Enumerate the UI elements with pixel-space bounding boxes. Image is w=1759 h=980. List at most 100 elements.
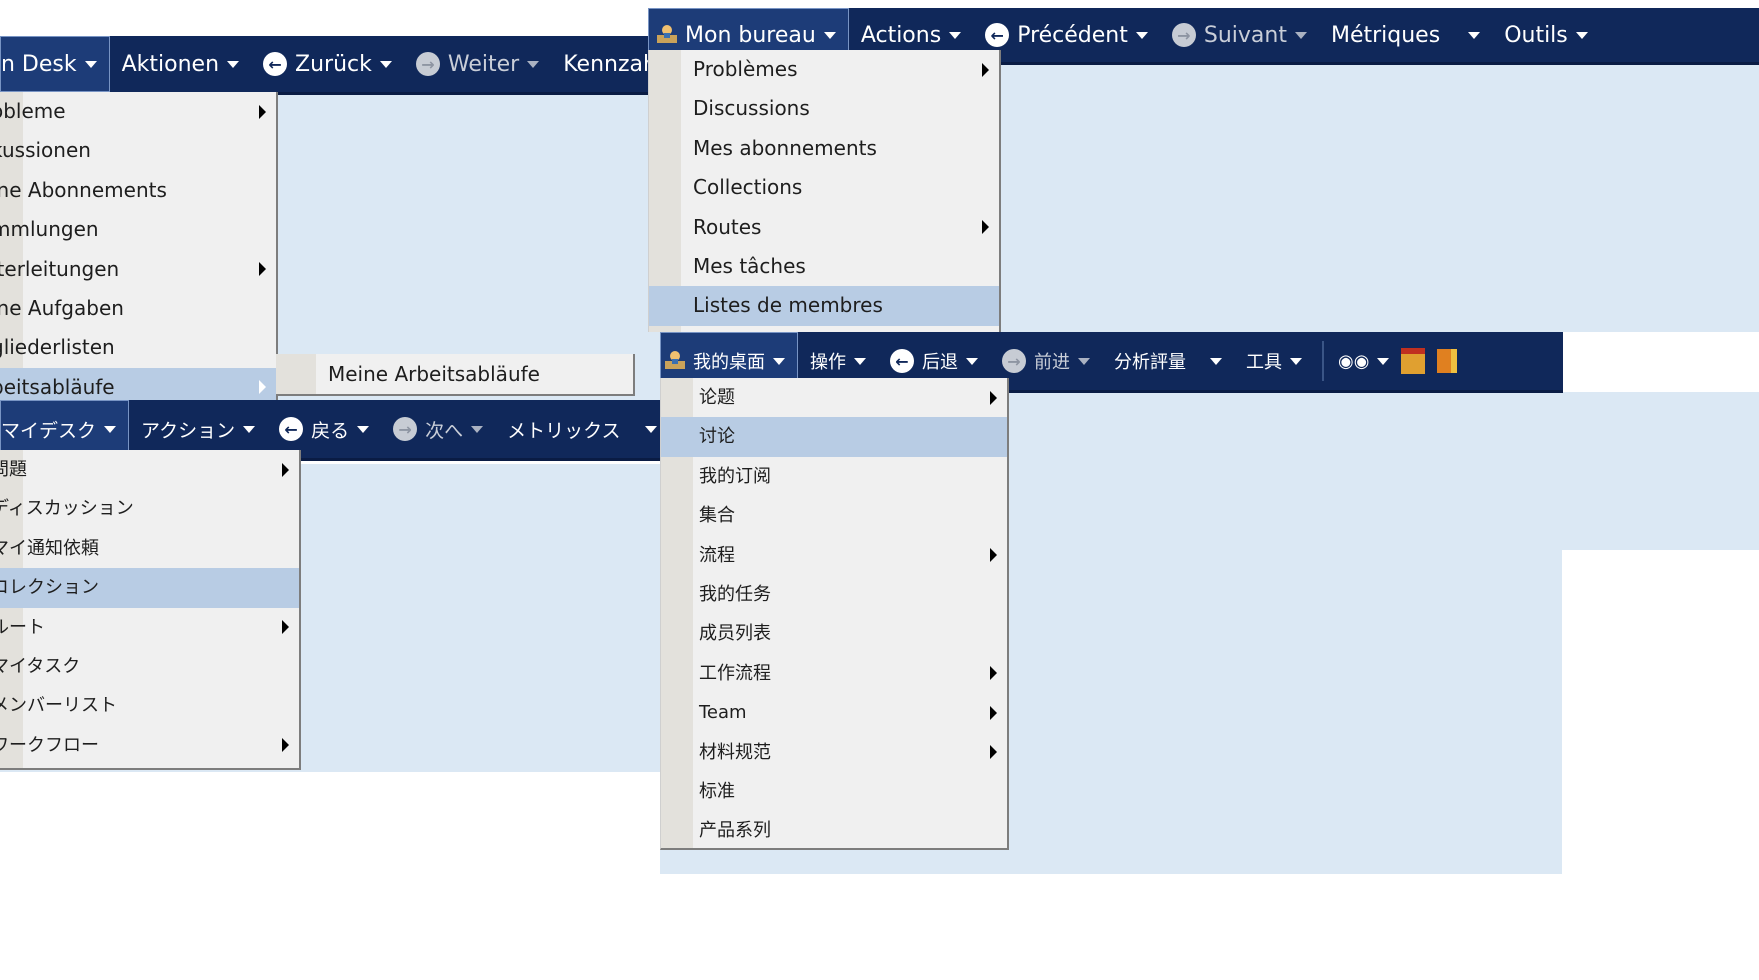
menu-item[interactable]: 成员列表 bbox=[661, 614, 1007, 653]
actions-label: アクション bbox=[141, 419, 236, 442]
my-desk-menu[interactable]: n Desk bbox=[0, 36, 110, 92]
menu-item[interactable]: 問題 bbox=[0, 450, 299, 489]
back-button[interactable]: ← Zurück bbox=[251, 36, 404, 92]
menu-item-label: 流程 bbox=[699, 544, 735, 566]
actions-menu[interactable]: Aktionen bbox=[110, 36, 251, 92]
forward-arrow-icon: → bbox=[1171, 23, 1196, 47]
submenu-arrow-icon bbox=[259, 380, 266, 395]
chevron-down-icon bbox=[823, 31, 836, 39]
menu-item[interactable]: Discussions bbox=[649, 89, 999, 128]
binoculars-icon: ◉◉ bbox=[1338, 350, 1370, 372]
metrics-menu[interactable]: 分析評量 bbox=[1102, 332, 1234, 390]
menu-item[interactable]: 材料规范 bbox=[661, 733, 1007, 772]
menu-item-label: Mes tâches bbox=[693, 253, 806, 278]
menu-item[interactable]: 讨论 bbox=[661, 417, 1007, 457]
back-label: Précédent bbox=[1017, 22, 1128, 48]
search-button[interactable]: ◉◉ bbox=[1332, 332, 1395, 390]
content-divider bbox=[1562, 550, 1759, 874]
menu-item-label: 标准 bbox=[699, 780, 735, 802]
workflows-submenu: Meine Arbeitsabläufe bbox=[276, 354, 635, 396]
menu-item[interactable]: iterleitungen bbox=[0, 250, 276, 289]
menu-item[interactable]: Collections bbox=[649, 168, 999, 207]
desk-dropdown-menu: 论题 讨论 我的订阅 集合 流程 我的任务 成员列表 工作流程 Team 材料规… bbox=[660, 378, 1009, 850]
back-label: Zurück bbox=[295, 51, 372, 77]
menu-item[interactable]: Problèmes bbox=[649, 50, 999, 89]
menu-item[interactable]: gliederlisten bbox=[0, 328, 276, 367]
forward-label: Weiter bbox=[447, 51, 520, 77]
menu-item-label: Routes bbox=[693, 214, 762, 239]
menu-item[interactable]: ディスカッション bbox=[0, 489, 299, 528]
submenu-arrow-icon bbox=[990, 548, 997, 563]
menu-item[interactable]: マイ通知依頼 bbox=[0, 529, 299, 568]
menu-item[interactable]: 我的订阅 bbox=[661, 457, 1007, 496]
chevron-down-icon bbox=[1290, 357, 1302, 365]
tools-label: 工具 bbox=[1246, 352, 1282, 373]
chevron-down-icon bbox=[1468, 31, 1481, 39]
actions-label: 操作 bbox=[810, 352, 846, 373]
menu-item[interactable]: 集合 bbox=[661, 496, 1007, 535]
metrics-menu[interactable]: Métriques bbox=[1319, 8, 1492, 62]
menu-item[interactable]: 产品系列 bbox=[661, 811, 1007, 850]
chevron-down-icon bbox=[966, 357, 978, 365]
forward-label: 次へ bbox=[425, 419, 464, 442]
home-button[interactable] bbox=[1395, 332, 1431, 390]
back-arrow-icon: ← bbox=[890, 349, 914, 373]
menu-item[interactable]: 工作流程 bbox=[661, 654, 1007, 693]
forward-arrow-icon: → bbox=[1002, 349, 1026, 373]
menu-item[interactable]: kussionen bbox=[0, 131, 276, 170]
chevron-down-icon bbox=[1575, 31, 1588, 39]
menu-item[interactable]: ルート bbox=[0, 608, 299, 647]
menu-item[interactable]: マイタスク bbox=[0, 647, 299, 686]
metrics-label: Kennzah bbox=[563, 51, 657, 77]
menu-item[interactable]: 我的任务 bbox=[661, 575, 1007, 614]
forward-arrow-icon: → bbox=[393, 417, 418, 441]
menu-item-label: Mes abonnements bbox=[693, 135, 877, 160]
menu-item[interactable]: 标准 bbox=[661, 772, 1007, 811]
menu-item[interactable]: Team bbox=[661, 693, 1007, 732]
tools-menu[interactable]: 工具 bbox=[1234, 332, 1314, 390]
logout-button[interactable] bbox=[1431, 332, 1463, 390]
menu-item[interactable]: 论题 bbox=[661, 378, 1007, 417]
menu-item[interactable]: Routes bbox=[649, 208, 999, 247]
toolbar: n Desk Aktionen ← Zurück → Weiter Kennza… bbox=[0, 36, 660, 95]
forward-button[interactable]: → Suivant bbox=[1160, 8, 1319, 62]
menu-item[interactable]: ワークフロー bbox=[0, 726, 299, 765]
menu-item[interactable]: ine Aufgaben bbox=[0, 289, 276, 328]
menu-item[interactable]: メンバーリスト bbox=[0, 686, 299, 725]
chevron-down-icon bbox=[1135, 31, 1148, 39]
forward-label: 前进 bbox=[1034, 352, 1070, 373]
chevron-down-icon bbox=[854, 357, 866, 365]
menu-item[interactable]: Mes tâches bbox=[649, 247, 999, 286]
menu-item-label: beitsabläufe bbox=[0, 374, 115, 399]
tools-menu[interactable]: Outils bbox=[1492, 8, 1600, 62]
submenu-arrow-icon bbox=[990, 666, 997, 681]
menu-item[interactable]: Mes abonnements bbox=[649, 129, 999, 168]
submenu-item-my-workflows[interactable]: Meine Arbeitsabläufe bbox=[328, 354, 540, 394]
panel-japanese: マイデスク アクション ← 戻る → 次へ メトリックス 問題 ディスカッション… bbox=[0, 400, 660, 772]
menu-item[interactable]: 流程 bbox=[661, 536, 1007, 575]
menu-item[interactable]: コレクション bbox=[0, 568, 299, 608]
back-arrow-icon: ← bbox=[985, 23, 1010, 47]
menu-item-label: 成员列表 bbox=[699, 623, 771, 645]
menu-item[interactable]: beitsabläufe bbox=[0, 367, 276, 400]
menu-item[interactable]: obleme bbox=[0, 92, 276, 131]
menu-item-label: ワークフロー bbox=[0, 734, 99, 756]
submenu-arrow-icon bbox=[990, 745, 997, 760]
forward-button[interactable]: → Weiter bbox=[404, 36, 551, 92]
back-arrow-icon: ← bbox=[279, 417, 304, 441]
menu-item[interactable]: ine Abonnements bbox=[0, 171, 276, 210]
tools-label: Outils bbox=[1504, 22, 1568, 48]
menu-item[interactable]: mmlungen bbox=[0, 210, 276, 249]
metrics-menu[interactable]: メトリックス bbox=[495, 400, 660, 458]
menu-item-label: 论题 bbox=[699, 387, 735, 408]
submenu-arrow-icon bbox=[282, 738, 289, 753]
menu-item-label: 集合 bbox=[699, 505, 735, 527]
menu-item[interactable]: Listes de membres bbox=[649, 286, 999, 326]
submenu-arrow-icon bbox=[282, 462, 289, 477]
forward-button[interactable]: → 次へ bbox=[381, 400, 495, 458]
submenu-arrow-icon bbox=[982, 220, 989, 235]
back-button[interactable]: ← Précédent bbox=[973, 8, 1160, 62]
metrics-menu[interactable]: Kennzah bbox=[551, 36, 660, 92]
chevron-down-icon bbox=[379, 60, 392, 68]
desk-dropdown-menu: obleme kussionen ine Abonnements mmlunge… bbox=[0, 92, 278, 400]
